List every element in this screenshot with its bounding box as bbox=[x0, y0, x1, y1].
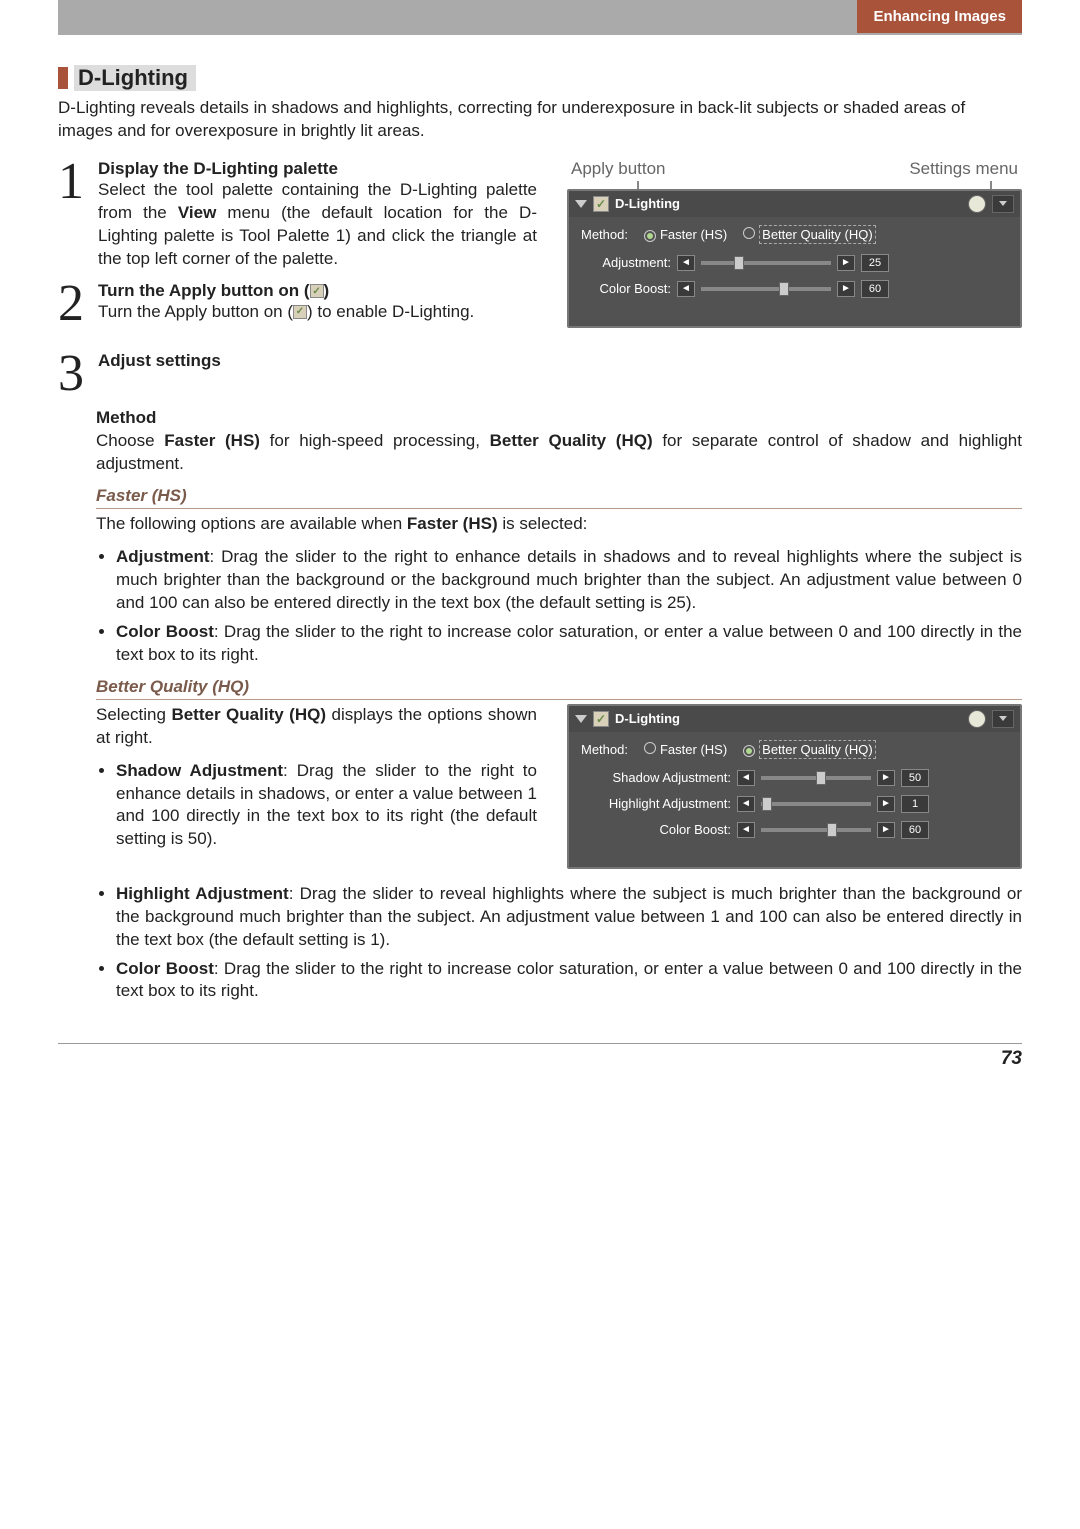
radio-faster-hs[interactable]: Faster (HS) bbox=[644, 742, 727, 757]
hq-intro: Selecting Better Quality (HQ) displays t… bbox=[96, 704, 537, 750]
settings-menu-button[interactable] bbox=[992, 195, 1014, 213]
radio-better-quality-hq[interactable]: Better Quality (HQ) bbox=[743, 742, 876, 757]
method-label: Method: bbox=[581, 227, 628, 242]
step2-text: Turn the Apply button on (✓) to enable D… bbox=[98, 301, 537, 324]
hq-highlight-item: Highlight Adjustment: Drag the slider to… bbox=[116, 883, 1022, 952]
page-title: D-Lighting bbox=[74, 65, 196, 91]
adjustment-slider[interactable] bbox=[701, 261, 831, 265]
arrow-right-icon[interactable]: ► bbox=[837, 281, 855, 297]
reset-button[interactable] bbox=[968, 710, 986, 728]
colorboost-value[interactable]: 60 bbox=[861, 280, 889, 298]
colorboost-slider[interactable] bbox=[761, 828, 871, 832]
d-lighting-panel-hs: ✓ D-Lighting Method: Faster (HS) Better … bbox=[567, 189, 1022, 328]
apply-checkbox[interactable]: ✓ bbox=[593, 196, 609, 212]
page-number: 73 bbox=[58, 1043, 1022, 1070]
apply-checkbox[interactable]: ✓ bbox=[593, 711, 609, 727]
section-title: Enhancing Images bbox=[857, 0, 1022, 33]
arrow-right-icon[interactable]: ► bbox=[877, 822, 895, 838]
step-number-2: 2 bbox=[58, 281, 98, 328]
radio-faster-hs[interactable]: Faster (HS) bbox=[644, 227, 727, 242]
panel-title: D-Lighting bbox=[615, 196, 962, 211]
highlight-value[interactable]: 1 bbox=[901, 795, 929, 813]
intro-text: D-Lighting reveals details in shadows an… bbox=[58, 97, 1022, 143]
collapse-triangle-icon[interactable] bbox=[575, 715, 587, 723]
step2-title: Turn the Apply button on (✓) bbox=[98, 281, 537, 301]
arrow-left-icon[interactable]: ◄ bbox=[677, 281, 695, 297]
header-bar: Enhancing Images bbox=[58, 0, 1022, 35]
arrow-right-icon[interactable]: ► bbox=[837, 255, 855, 271]
step1-text: Select the tool palette containing the D… bbox=[98, 179, 537, 271]
step-number-1: 1 bbox=[58, 159, 98, 206]
method-heading: Method bbox=[96, 408, 1022, 428]
hq-colorboost-item: Color Boost: Drag the slider to the righ… bbox=[116, 958, 1022, 1004]
arrow-left-icon[interactable]: ◄ bbox=[677, 255, 695, 271]
better-quality-heading: Better Quality (HQ) bbox=[96, 677, 1022, 700]
shadow-slider[interactable] bbox=[761, 776, 871, 780]
step3-title: Adjust settings bbox=[98, 351, 1022, 371]
hs-adjustment-item: Adjustment: Drag the slider to the right… bbox=[116, 546, 1022, 615]
adjustment-label: Adjustment: bbox=[581, 255, 671, 270]
adjustment-value[interactable]: 25 bbox=[861, 254, 889, 272]
settings-menu-button[interactable] bbox=[992, 710, 1014, 728]
shadow-value[interactable]: 50 bbox=[901, 769, 929, 787]
pointer-line bbox=[990, 181, 992, 189]
arrow-right-icon[interactable]: ► bbox=[877, 770, 895, 786]
colorboost-value[interactable]: 60 bbox=[901, 821, 929, 839]
faster-hs-heading: Faster (HS) bbox=[96, 486, 1022, 509]
step-number-3: 3 bbox=[58, 351, 98, 398]
apply-button-label: Apply button bbox=[571, 159, 666, 179]
shadow-adj-label: Shadow Adjustment: bbox=[581, 770, 731, 785]
colorboost-label: Color Boost: bbox=[581, 281, 671, 296]
check-icon: ✓ bbox=[310, 284, 324, 298]
hs-colorboost-item: Color Boost: Drag the slider to the righ… bbox=[116, 621, 1022, 667]
d-lighting-panel-hq: ✓ D-Lighting Method: Faster (HS) Better … bbox=[567, 704, 1022, 869]
step1-title: Display the D-Lighting palette bbox=[98, 159, 537, 179]
arrow-left-icon[interactable]: ◄ bbox=[737, 822, 755, 838]
collapse-triangle-icon[interactable] bbox=[575, 200, 587, 208]
reset-button[interactable] bbox=[968, 195, 986, 213]
pointer-line bbox=[637, 181, 639, 189]
panel-title: D-Lighting bbox=[615, 711, 962, 726]
arrow-left-icon[interactable]: ◄ bbox=[737, 770, 755, 786]
method-text: Choose Faster (HS) for high-speed proces… bbox=[96, 430, 1022, 476]
colorboost-slider[interactable] bbox=[701, 287, 831, 291]
faster-hs-intro: The following options are available when… bbox=[96, 513, 1022, 536]
settings-menu-label: Settings menu bbox=[909, 159, 1018, 179]
radio-better-quality-hq[interactable]: Better Quality (HQ) bbox=[743, 227, 876, 242]
arrow-right-icon[interactable]: ► bbox=[877, 796, 895, 812]
highlight-slider[interactable] bbox=[761, 802, 871, 806]
colorboost-label: Color Boost: bbox=[581, 822, 731, 837]
title-accent bbox=[58, 67, 68, 89]
arrow-left-icon[interactable]: ◄ bbox=[737, 796, 755, 812]
method-label: Method: bbox=[581, 742, 628, 757]
highlight-adj-label: Highlight Adjustment: bbox=[581, 796, 731, 811]
check-icon: ✓ bbox=[293, 305, 307, 319]
hq-shadow-item: Shadow Adjustment: Drag the slider to th… bbox=[116, 760, 537, 852]
